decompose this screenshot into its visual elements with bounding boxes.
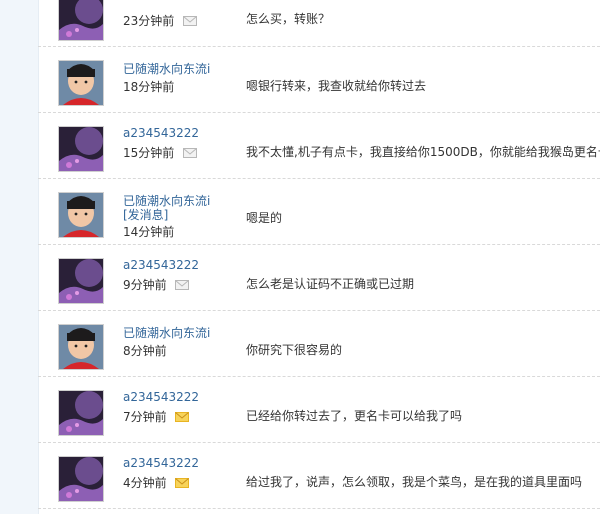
message-row: a234543222 15分钟前 我不太懂,机子有点卡，我直接给你1500DB，… xyxy=(38,112,600,179)
message-row: 已随潮水向东流i 18分钟前 嗯银行转来，我查收就给你转过去 xyxy=(38,46,600,113)
message-time: 9分钟前 xyxy=(123,276,190,293)
avatar[interactable] xyxy=(58,192,104,238)
username-link[interactable]: 已随潮水向东流i xyxy=(123,324,210,341)
avatar[interactable] xyxy=(58,60,104,106)
message-text: 嗯银行转来，我查收就给你转过去 xyxy=(246,79,427,93)
message-row: a234543222 7分钟前 已经给你转过去了，更名卡可以给我了吗 xyxy=(38,376,600,443)
message-time: 23分钟前 xyxy=(123,12,198,29)
message-time: 18分钟前 xyxy=(123,80,175,94)
message-row: 已随潮水向东流i 8分钟前 你研究下很容易的 xyxy=(38,310,600,377)
envelope-read-icon[interactable] xyxy=(175,280,190,290)
avatar[interactable] xyxy=(58,390,104,436)
message-row: a234543222 4分钟前 给过我了，说声，怎么领取，我是个菜鸟，是在我的道… xyxy=(38,442,600,509)
avatar[interactable] xyxy=(58,0,104,41)
left-sidebar-strip xyxy=(0,0,39,514)
message-row: 23分钟前 怎么买，转账？ xyxy=(38,0,600,47)
username-link[interactable]: a234543222 xyxy=(123,126,199,140)
message-row: 已随潮水向东流i [发消息] 14分钟前 嗯是的 xyxy=(38,178,600,245)
avatar[interactable] xyxy=(58,258,104,304)
message-text: 你研究下很容易的 xyxy=(246,343,343,357)
avatar[interactable] xyxy=(58,456,104,502)
envelope-unread-icon[interactable] xyxy=(175,412,190,422)
envelope-read-icon[interactable] xyxy=(183,16,198,26)
avatar[interactable] xyxy=(58,126,104,172)
send-message-link[interactable]: [发消息] xyxy=(123,206,168,223)
username-link[interactable]: 已随潮水向东流i xyxy=(123,60,210,77)
message-time: 8分钟前 xyxy=(123,344,167,358)
username-link[interactable]: a234543222 xyxy=(123,456,199,470)
message-text: 我不太懂,机子有点卡，我直接给你1500DB，你就能给我猴岛更名卡吗 xyxy=(246,145,600,159)
message-text: 怎么老是认证码不正确或已过期 xyxy=(246,277,415,291)
message-time: 4分钟前 xyxy=(123,474,190,491)
envelope-unread-icon[interactable] xyxy=(175,478,190,488)
message-text: 给过我了，说声，怎么领取，我是个菜鸟，是在我的道具里面吗 xyxy=(246,475,583,489)
avatar[interactable] xyxy=(58,324,104,370)
username-link[interactable]: a234543222 xyxy=(123,258,199,272)
message-text: 怎么买，转账？ xyxy=(246,12,331,26)
envelope-read-icon[interactable] xyxy=(183,148,198,158)
message-time: 14分钟前 xyxy=(123,225,175,239)
message-row: a234543222 9分钟前 怎么老是认证码不正确或已过期 xyxy=(38,244,600,311)
message-text: 已经给你转过去了，更名卡可以给我了吗 xyxy=(246,409,463,423)
message-text: 嗯是的 xyxy=(246,211,283,225)
username-link[interactable]: a234543222 xyxy=(123,390,199,404)
message-list: 23分钟前 怎么买，转账？ 已随潮水向东流i 18分钟前 嗯银行转来，我查收就给… xyxy=(38,0,600,514)
message-time: 15分钟前 xyxy=(123,144,198,161)
message-time: 7分钟前 xyxy=(123,408,190,425)
